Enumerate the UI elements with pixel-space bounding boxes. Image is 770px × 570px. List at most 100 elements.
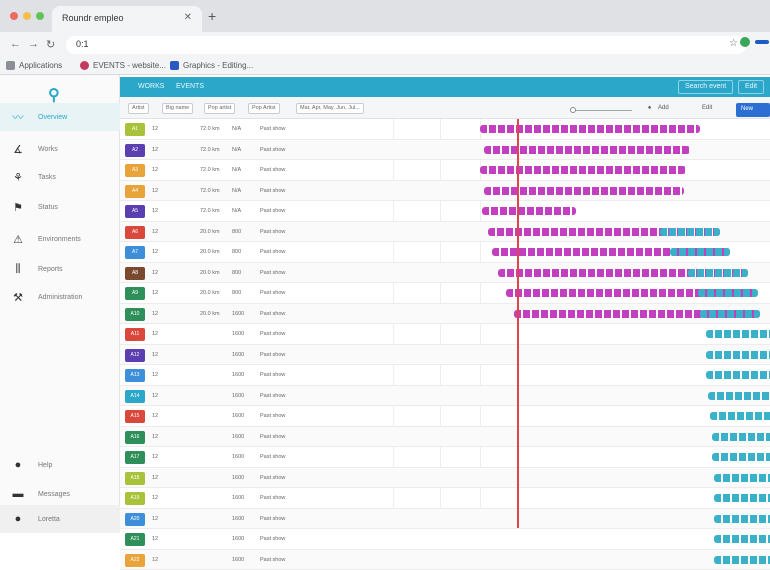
table-row[interactable]: A71220.0 km800Past show xyxy=(120,242,770,263)
table-row[interactable]: A91220.0 km800Past show xyxy=(120,283,770,304)
back-icon[interactable]: ← xyxy=(10,38,21,50)
close-tab-icon[interactable]: ✕ xyxy=(184,12,192,23)
bookmark-star-icon[interactable]: ☆ xyxy=(729,38,738,49)
forward-icon[interactable]: → xyxy=(28,38,39,50)
bookmark-label: Applications xyxy=(19,61,62,70)
timeline-bar[interactable] xyxy=(714,556,770,564)
sidebar-item-overview[interactable]: 〰Overview xyxy=(0,103,120,131)
table-row[interactable]: A101220.0 km1600Past show xyxy=(120,304,770,325)
table-row[interactable]: A19121600Past show xyxy=(120,488,770,509)
sidebar-item-works[interactable]: ∡Works xyxy=(0,135,120,163)
table-row[interactable]: A22121600Past show xyxy=(120,550,770,570)
new-button[interactable]: New xyxy=(736,103,770,117)
filter-chip[interactable]: Artist xyxy=(128,103,149,114)
timeline-bar[interactable] xyxy=(714,515,770,523)
bookmark-graphics[interactable]: Graphics - Editing... xyxy=(170,61,253,70)
table-row[interactable]: A21272.0 kmN/APast show xyxy=(120,140,770,161)
user-menu[interactable]: ● Loretta xyxy=(0,505,120,533)
timeline-bar[interactable] xyxy=(484,146,690,154)
timeline-bar[interactable] xyxy=(480,125,700,133)
table-row[interactable]: A81220.0 km800Past show xyxy=(120,263,770,284)
table-row[interactable]: A18121600Past show xyxy=(120,468,770,489)
timeline-bar[interactable] xyxy=(706,351,770,359)
table-row[interactable]: A17121600Past show xyxy=(120,447,770,468)
row-cell-c1: 12 xyxy=(152,454,158,460)
sidebar-item-status[interactable]: ⚑Status xyxy=(0,193,120,221)
timeline-bar[interactable] xyxy=(706,371,770,379)
row-cell-c1: 12 xyxy=(152,290,158,296)
timeline-bar[interactable] xyxy=(708,392,770,400)
reload-icon[interactable]: ↻ xyxy=(46,38,55,51)
add-label[interactable]: Add xyxy=(658,105,669,111)
extension-icon[interactable] xyxy=(740,37,750,47)
sidebar-item-messages[interactable]: ▬ Messages xyxy=(0,480,120,508)
sidebar-item-environments[interactable]: ⚠Environments xyxy=(0,225,120,253)
table-row[interactable]: A61220.0 km800Past show xyxy=(120,222,770,243)
new-tab-icon[interactable]: + xyxy=(208,8,216,24)
table-row[interactable]: A21121600Past show xyxy=(120,529,770,550)
flag-icon: ⚑ xyxy=(12,201,24,214)
filter-chip[interactable]: Pop Artist xyxy=(248,103,280,114)
timeline-bar[interactable] xyxy=(710,412,770,420)
row-cell-c4: Past show xyxy=(260,147,285,153)
app-logo[interactable]: ⚲ xyxy=(48,85,60,105)
timeline-bar-segment[interactable] xyxy=(700,310,760,318)
table-row[interactable]: A11272.0 kmN/APast show xyxy=(120,119,770,140)
row-color-tag: A9 xyxy=(125,287,145,300)
sidebar-item-administration[interactable]: ⚒Administration xyxy=(0,283,120,311)
timeline-bar[interactable] xyxy=(484,187,684,195)
sidebar-item-label: Works xyxy=(38,146,58,153)
browser-tab[interactable]: Roundr empleo ✕ xyxy=(52,6,202,32)
timeline-bar[interactable] xyxy=(714,535,770,543)
zoom-slider-handle[interactable] xyxy=(570,107,576,113)
timeline-bar[interactable] xyxy=(714,474,770,482)
address-bar[interactable]: 0:1 ☆ xyxy=(66,36,746,54)
search-event-button[interactable]: Search event xyxy=(678,80,733,94)
edit-button[interactable]: Edit xyxy=(738,80,764,94)
table-row[interactable]: A14121600Past show xyxy=(120,386,770,407)
sidebar-item-reports[interactable]: ⫼Reports xyxy=(0,255,120,283)
tab-events[interactable]: EVENTS xyxy=(176,83,204,90)
bookmark-apps[interactable]: Applications xyxy=(6,61,62,70)
timeline-bar-segment[interactable] xyxy=(698,289,758,297)
timeline-bar[interactable] xyxy=(706,330,770,338)
timeline-bar-segment[interactable] xyxy=(670,248,730,256)
row-color-tag: A20 xyxy=(125,513,145,526)
filter-chip[interactable]: Big name xyxy=(162,103,193,114)
bookmark-events[interactable]: EVENTS - website... xyxy=(80,61,166,70)
table-row[interactable]: A12121600Past show xyxy=(120,345,770,366)
filter-chip[interactable]: Pop artist xyxy=(204,103,235,114)
maximize-window-icon[interactable] xyxy=(36,12,44,20)
sidebar-item-tasks[interactable]: ⚘Tasks xyxy=(0,163,120,191)
add-icon[interactable]: ♠ xyxy=(648,105,651,111)
sidebar-item-help[interactable]: ● Help xyxy=(0,451,120,479)
table-row[interactable]: A51272.0 kmN/APast show xyxy=(120,201,770,222)
table-row[interactable]: A13121600Past show xyxy=(120,365,770,386)
table-row[interactable]: A41272.0 kmN/APast show xyxy=(120,181,770,202)
timeline-bar[interactable] xyxy=(480,166,686,174)
filter-chip[interactable]: Mar, Apr, May, Jun, Jul... xyxy=(296,103,364,114)
timeline-bar[interactable] xyxy=(712,433,770,441)
row-cell-c3: N/A xyxy=(232,126,241,132)
tab-works[interactable]: WORKS xyxy=(138,83,164,90)
minimize-window-icon[interactable] xyxy=(23,12,31,20)
close-window-icon[interactable] xyxy=(10,12,18,20)
edit-filter-label[interactable]: Edit xyxy=(702,105,712,111)
table-row[interactable]: A11121600Past show xyxy=(120,324,770,345)
table-row[interactable]: A20121600Past show xyxy=(120,509,770,530)
row-cell-c1: 12 xyxy=(152,516,158,522)
zoom-slider[interactable] xyxy=(572,110,632,111)
table-row[interactable]: A15121600Past show xyxy=(120,406,770,427)
bookmark-favicon-icon xyxy=(170,61,179,70)
sidebar-item-label: Help xyxy=(38,462,52,469)
table-row[interactable]: A16121600Past show xyxy=(120,427,770,448)
row-cell-c1: 12 xyxy=(152,413,158,419)
timeline-bar[interactable] xyxy=(714,494,770,502)
timeline-bar-segment[interactable] xyxy=(688,269,748,277)
row-color-tag: A6 xyxy=(125,226,145,239)
timeline-bar-segment[interactable] xyxy=(660,228,720,236)
extension-icon-2[interactable] xyxy=(755,40,769,44)
timeline-bar[interactable] xyxy=(712,453,770,461)
timeline-bar[interactable] xyxy=(482,207,576,215)
table-row[interactable]: A31272.0 kmN/APast show xyxy=(120,160,770,181)
